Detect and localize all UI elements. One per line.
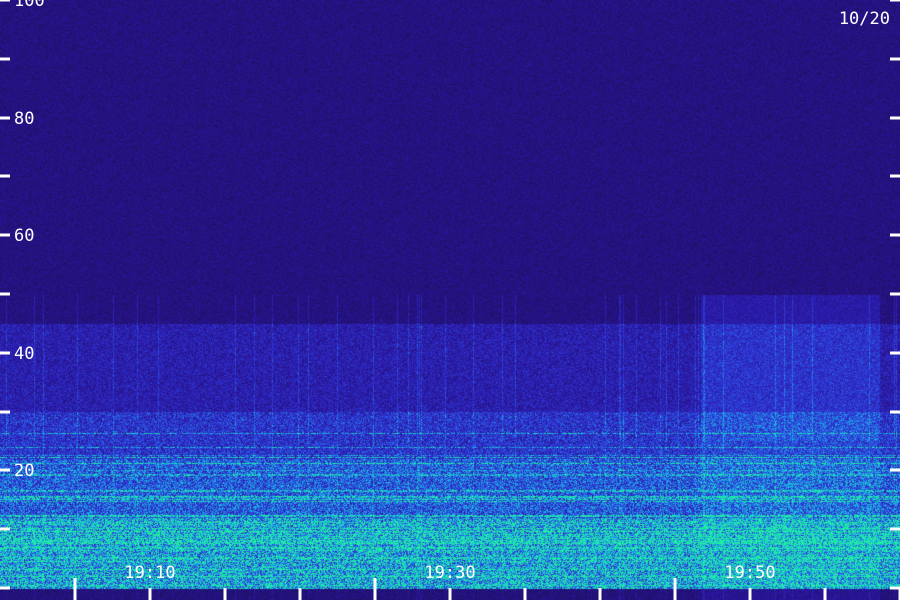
axes-overlay: 20 40 60 80 100 19:10 19:30 19:50 10/20 [0, 0, 900, 600]
spectrogram-chart: 20 40 60 80 100 19:10 19:30 19:50 10/20 [0, 0, 900, 600]
x-axis-ticks [73, 578, 900, 600]
x-tick-label: 19:50 [724, 563, 775, 583]
x-axis-tick-labels: 19:10 19:30 19:50 [124, 563, 775, 583]
y-tick-label: 20 [14, 461, 34, 481]
date-label: 10/20 [839, 9, 890, 29]
y-tick-label: 60 [14, 226, 34, 246]
x-tick-label: 19:30 [424, 563, 475, 583]
y-tick-label: 80 [14, 109, 34, 129]
y-axis-tick-labels: 20 40 60 80 100 [14, 0, 45, 481]
y-axis-ticks [0, 0, 900, 590]
y-tick-label: 100 [14, 0, 45, 11]
x-tick-label: 19:10 [124, 563, 175, 583]
y-tick-label: 40 [14, 344, 34, 364]
